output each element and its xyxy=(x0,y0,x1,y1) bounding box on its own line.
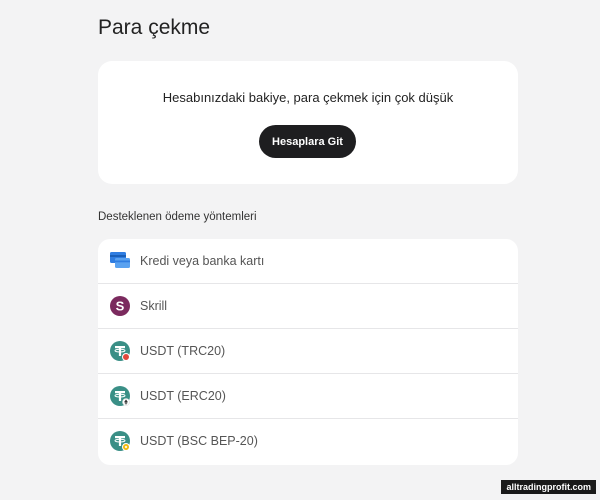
methods-title: Desteklenen ödeme yöntemleri xyxy=(98,211,257,223)
method-label-usdt-bep20: USDT (BSC BEP-20) xyxy=(140,434,258,448)
tether-bep20-icon xyxy=(110,431,130,451)
balance-message: Hesabınızdaki bakiye, para çekmek için ç… xyxy=(162,90,454,105)
method-label-usdt-erc20: USDT (ERC20) xyxy=(140,389,226,403)
method-row-usdt-trc20[interactable]: USDT (TRC20) xyxy=(98,329,518,374)
svg-text:S: S xyxy=(116,299,125,314)
go-to-accounts-button[interactable]: Hesaplara Git xyxy=(259,125,356,158)
balance-card: Hesabınızdaki bakiye, para çekmek için ç… xyxy=(98,61,518,184)
methods-list: Kredi veya banka kartı S Skrill USDT (TR… xyxy=(98,239,518,465)
tether-trc20-icon xyxy=(110,341,130,361)
method-label-usdt-trc20: USDT (TRC20) xyxy=(140,344,226,358)
watermark: alltradingprofit.com xyxy=(501,480,596,494)
card-icon xyxy=(110,251,130,271)
method-row-usdt-erc20[interactable]: USDT (ERC20) xyxy=(98,374,518,419)
method-row-skrill[interactable]: S Skrill xyxy=(98,284,518,329)
skrill-icon: S xyxy=(110,296,130,316)
method-label-skrill: Skrill xyxy=(140,299,168,313)
method-row-card[interactable]: Kredi veya banka kartı xyxy=(98,239,518,284)
method-label-card: Kredi veya banka kartı xyxy=(140,254,265,268)
tether-erc20-icon xyxy=(110,386,130,406)
method-row-usdt-bep20[interactable]: USDT (BSC BEP-20) xyxy=(98,419,518,464)
page-title: Para çekme xyxy=(98,16,211,39)
